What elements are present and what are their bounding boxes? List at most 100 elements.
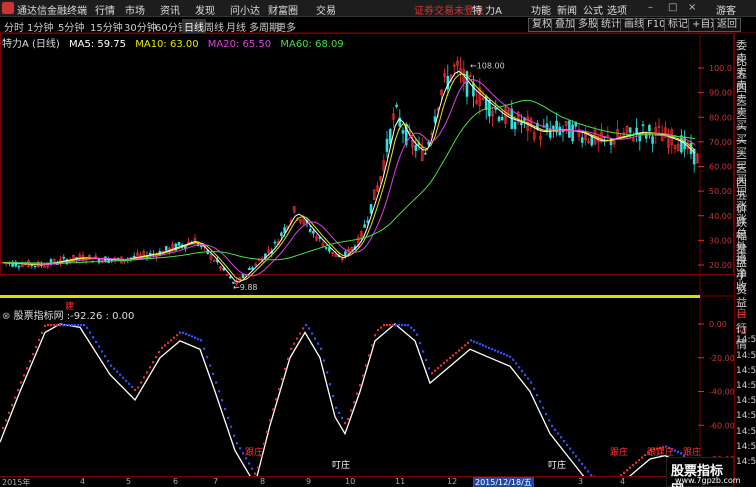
side-tick-2: 14:50	[736, 335, 756, 346]
price-pane-frame	[0, 33, 734, 275]
period-monthly[interactable]: 月线	[226, 19, 246, 34]
menu-item-1[interactable]: 市场	[125, 2, 145, 17]
period-30min[interactable]: 30分钟	[124, 19, 157, 34]
signal-label-1: 跟庄	[245, 448, 264, 458]
signal-label-0: 建	[65, 302, 75, 312]
signal-dot	[467, 341, 470, 344]
signal-dot	[635, 461, 638, 464]
date-label-6: 9	[306, 477, 312, 486]
signal-dot	[575, 455, 578, 458]
signal-dot	[146, 371, 149, 374]
signal-dot	[332, 394, 335, 398]
period-fenshi[interactable]: 分时	[4, 19, 24, 34]
menu-item-6[interactable]: 交易	[316, 2, 336, 17]
candle-body	[580, 137, 584, 143]
menu-xinwen[interactable]: 新闻	[557, 2, 577, 17]
candle-body	[433, 116, 437, 123]
period-15min[interactable]: 15分钟	[90, 19, 123, 34]
maximize-icon[interactable]: □	[668, 2, 677, 13]
period-1min[interactable]: 1分钟	[27, 19, 53, 34]
period-5min[interactable]: 5分钟	[58, 19, 84, 34]
candle-body	[628, 127, 632, 133]
candle-body	[385, 138, 389, 152]
menu-item-0[interactable]: 行情	[95, 2, 115, 17]
signal-dot	[434, 369, 437, 372]
signal-dot	[560, 436, 563, 439]
indicator-value: :-92.26 : 0.00	[66, 311, 135, 322]
side-tick-10: 14:50	[736, 457, 756, 467]
period-daily[interactable]: 日线	[182, 19, 206, 34]
signal-dot	[398, 324, 401, 327]
signal-dot	[290, 347, 293, 350]
signal-dot	[518, 366, 521, 369]
user-guest[interactable]: 游客	[716, 2, 736, 17]
period-multi[interactable]: 多周期	[249, 19, 279, 34]
signal-dot	[305, 324, 308, 327]
date-label-12: 4	[620, 477, 626, 486]
signal-dot	[422, 350, 425, 353]
signal-dot	[140, 381, 143, 384]
menu-item-3[interactable]: 发现	[195, 2, 215, 17]
menu-gongneng[interactable]: 功能	[531, 2, 551, 17]
menu-gongshi[interactable]: 公式	[583, 2, 603, 17]
signal-dot	[95, 340, 98, 344]
signal-dot	[200, 339, 203, 342]
signal-dot	[491, 348, 494, 351]
period-more[interactable]: 更多	[276, 19, 296, 34]
signal-dot	[389, 324, 392, 327]
menu-item-5[interactable]: 财富圈	[268, 2, 298, 17]
date-label-9: 12	[447, 477, 458, 486]
signal-dot	[362, 374, 365, 377]
signal-dot	[419, 342, 422, 345]
candle-body	[17, 265, 21, 268]
signal-dot	[572, 451, 575, 454]
signal-dot	[536, 394, 539, 397]
period-weekly[interactable]: 周线	[204, 19, 224, 34]
price-axis-label-8: 20.00	[709, 261, 732, 270]
signal-dot	[227, 416, 230, 420]
signal-dot	[152, 361, 155, 364]
signal-dot	[26, 367, 29, 370]
signal-dot	[566, 443, 569, 447]
signal-dot	[104, 355, 107, 358]
minimize-icon[interactable]: –	[648, 2, 653, 13]
quote-side-panel: 委比 卖五 卖四 卖三 卖二 卖一 买一 买二 买三 买四 买五 现价 涨跌 涨幅 总量 外盘 换手 净资 收益 自动…	[734, 33, 756, 487]
signal-dot	[206, 356, 209, 359]
signal-dot	[356, 392, 359, 395]
signal-dot	[521, 369, 524, 373]
menu-item-2[interactable]: 资讯	[160, 2, 180, 17]
signal-dot	[308, 327, 311, 330]
signal-dot	[506, 354, 509, 357]
signal-dot	[92, 336, 95, 339]
date-axis: 2015年 4 5 6 7 8 9 10 11 12 2015/12/18/五 3 4	[0, 476, 734, 487]
kline-chart[interactable]: 100.0 90.00 80.00 70.00 60.00 50.00 40.00 30.00…	[0, 33, 734, 476]
signal-dot	[476, 341, 479, 344]
signal-dot	[86, 326, 89, 329]
signal-dot	[353, 401, 356, 404]
signal-dot	[143, 376, 146, 379]
signal-dot	[62, 324, 65, 327]
signal-dot	[161, 346, 164, 349]
candle-body	[635, 127, 638, 134]
signal-dot	[71, 324, 74, 327]
signal-dot	[542, 406, 545, 409]
signal-label-4: 跟庄	[610, 448, 629, 458]
candle-body	[132, 255, 136, 258]
candle-body	[366, 220, 370, 223]
signal-dot	[461, 346, 464, 349]
menu-item-4[interactable]: 问小达	[230, 2, 260, 17]
signal-dot	[83, 324, 86, 327]
candle-body	[273, 241, 277, 244]
price-axis-label-2: 80.00	[709, 113, 732, 122]
date-label-3: 6	[173, 477, 179, 486]
candle-body	[388, 129, 392, 144]
signal-dot	[323, 359, 326, 362]
menu-xuanxiang[interactable]: 选项	[607, 2, 627, 17]
signal-dot	[497, 350, 500, 353]
signal-dot	[548, 419, 551, 422]
tool-back[interactable]: 返回	[713, 18, 741, 32]
candle-body	[177, 242, 181, 246]
signal-dot	[350, 409, 353, 412]
close-icon[interactable]: ×	[688, 2, 696, 13]
signal-dot	[674, 449, 677, 452]
